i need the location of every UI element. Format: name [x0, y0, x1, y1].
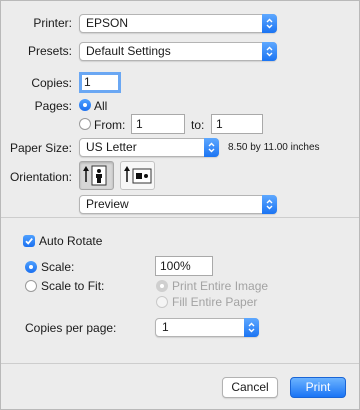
scale-to-fit-label: Scale to Fit:	[41, 279, 105, 293]
fill-entire-paper-label: Fill Entire Paper	[172, 295, 258, 309]
pages-all-label: All	[94, 99, 108, 113]
popup-arrows-icon	[262, 14, 277, 33]
popup-arrows-icon	[262, 195, 277, 214]
print-entire-image-label: Print Entire Image	[172, 279, 269, 293]
pages-to-field[interactable]: 1	[211, 114, 263, 134]
cancel-button[interactable]: Cancel	[222, 377, 278, 398]
copies-label: Copies:	[31, 76, 72, 90]
landscape-orientation-icon	[124, 166, 152, 184]
paper-size-popup[interactable]: US Letter	[79, 138, 219, 157]
section-divider	[1, 217, 359, 218]
pages-to-value: 1	[216, 117, 223, 131]
copies-value: 1	[84, 75, 91, 89]
popup-arrows-icon	[262, 42, 277, 61]
pages-from-label: From:	[94, 118, 126, 132]
presets-value: Default Settings	[86, 44, 171, 58]
scale-label: Scale:	[41, 260, 75, 274]
auto-rotate-label: Auto Rotate	[39, 234, 103, 248]
orientation-label: Orientation:	[9, 170, 72, 184]
scale-to-fit-radio[interactable]	[25, 280, 37, 292]
print-button[interactable]: Print	[290, 377, 346, 398]
scale-field[interactable]: 100%	[155, 256, 213, 276]
printer-value: EPSON	[86, 16, 129, 30]
printer-popup[interactable]: EPSON	[79, 14, 277, 33]
copies-per-page-label: Copies per page:	[25, 321, 117, 335]
scale-radio[interactable]	[25, 261, 37, 273]
pages-label: Pages:	[34, 99, 72, 113]
pages-from-radio[interactable]	[79, 118, 91, 130]
pages-to-label: to:	[191, 118, 205, 132]
section-popup[interactable]: Preview	[79, 195, 277, 214]
auto-rotate-checkbox[interactable]	[23, 235, 35, 247]
printer-label: Printer:	[33, 16, 72, 30]
portrait-orientation-icon	[83, 165, 107, 186]
popup-arrows-icon	[244, 318, 259, 337]
popup-arrows-icon	[204, 138, 219, 157]
copies-per-page-popup[interactable]: 1	[155, 318, 259, 337]
print-dialog: Printer: EPSON Presets: Default Settings…	[0, 0, 360, 410]
paper-size-value: US Letter	[86, 140, 137, 154]
checkmark-icon	[25, 238, 33, 245]
pages-from-value: 1	[136, 117, 143, 131]
landscape-orientation-button[interactable]	[120, 161, 155, 190]
presets-label: Presets:	[27, 44, 72, 58]
copies-field[interactable]: 1	[79, 72, 121, 93]
paper-size-label: Paper Size:	[9, 141, 72, 155]
paper-dimensions: 8.50 by 11.00 inches	[228, 142, 320, 153]
portrait-orientation-button[interactable]	[79, 161, 114, 190]
fill-entire-paper-radio[interactable]	[156, 296, 168, 308]
pages-all-radio[interactable]	[79, 99, 91, 111]
print-entire-image-radio[interactable]	[156, 280, 168, 292]
footer-divider	[1, 363, 359, 364]
section-value: Preview	[86, 197, 129, 211]
scale-value: 100%	[160, 259, 191, 273]
pages-from-field[interactable]: 1	[131, 114, 185, 134]
copies-per-page-value: 1	[162, 320, 169, 334]
presets-popup[interactable]: Default Settings	[79, 42, 277, 61]
